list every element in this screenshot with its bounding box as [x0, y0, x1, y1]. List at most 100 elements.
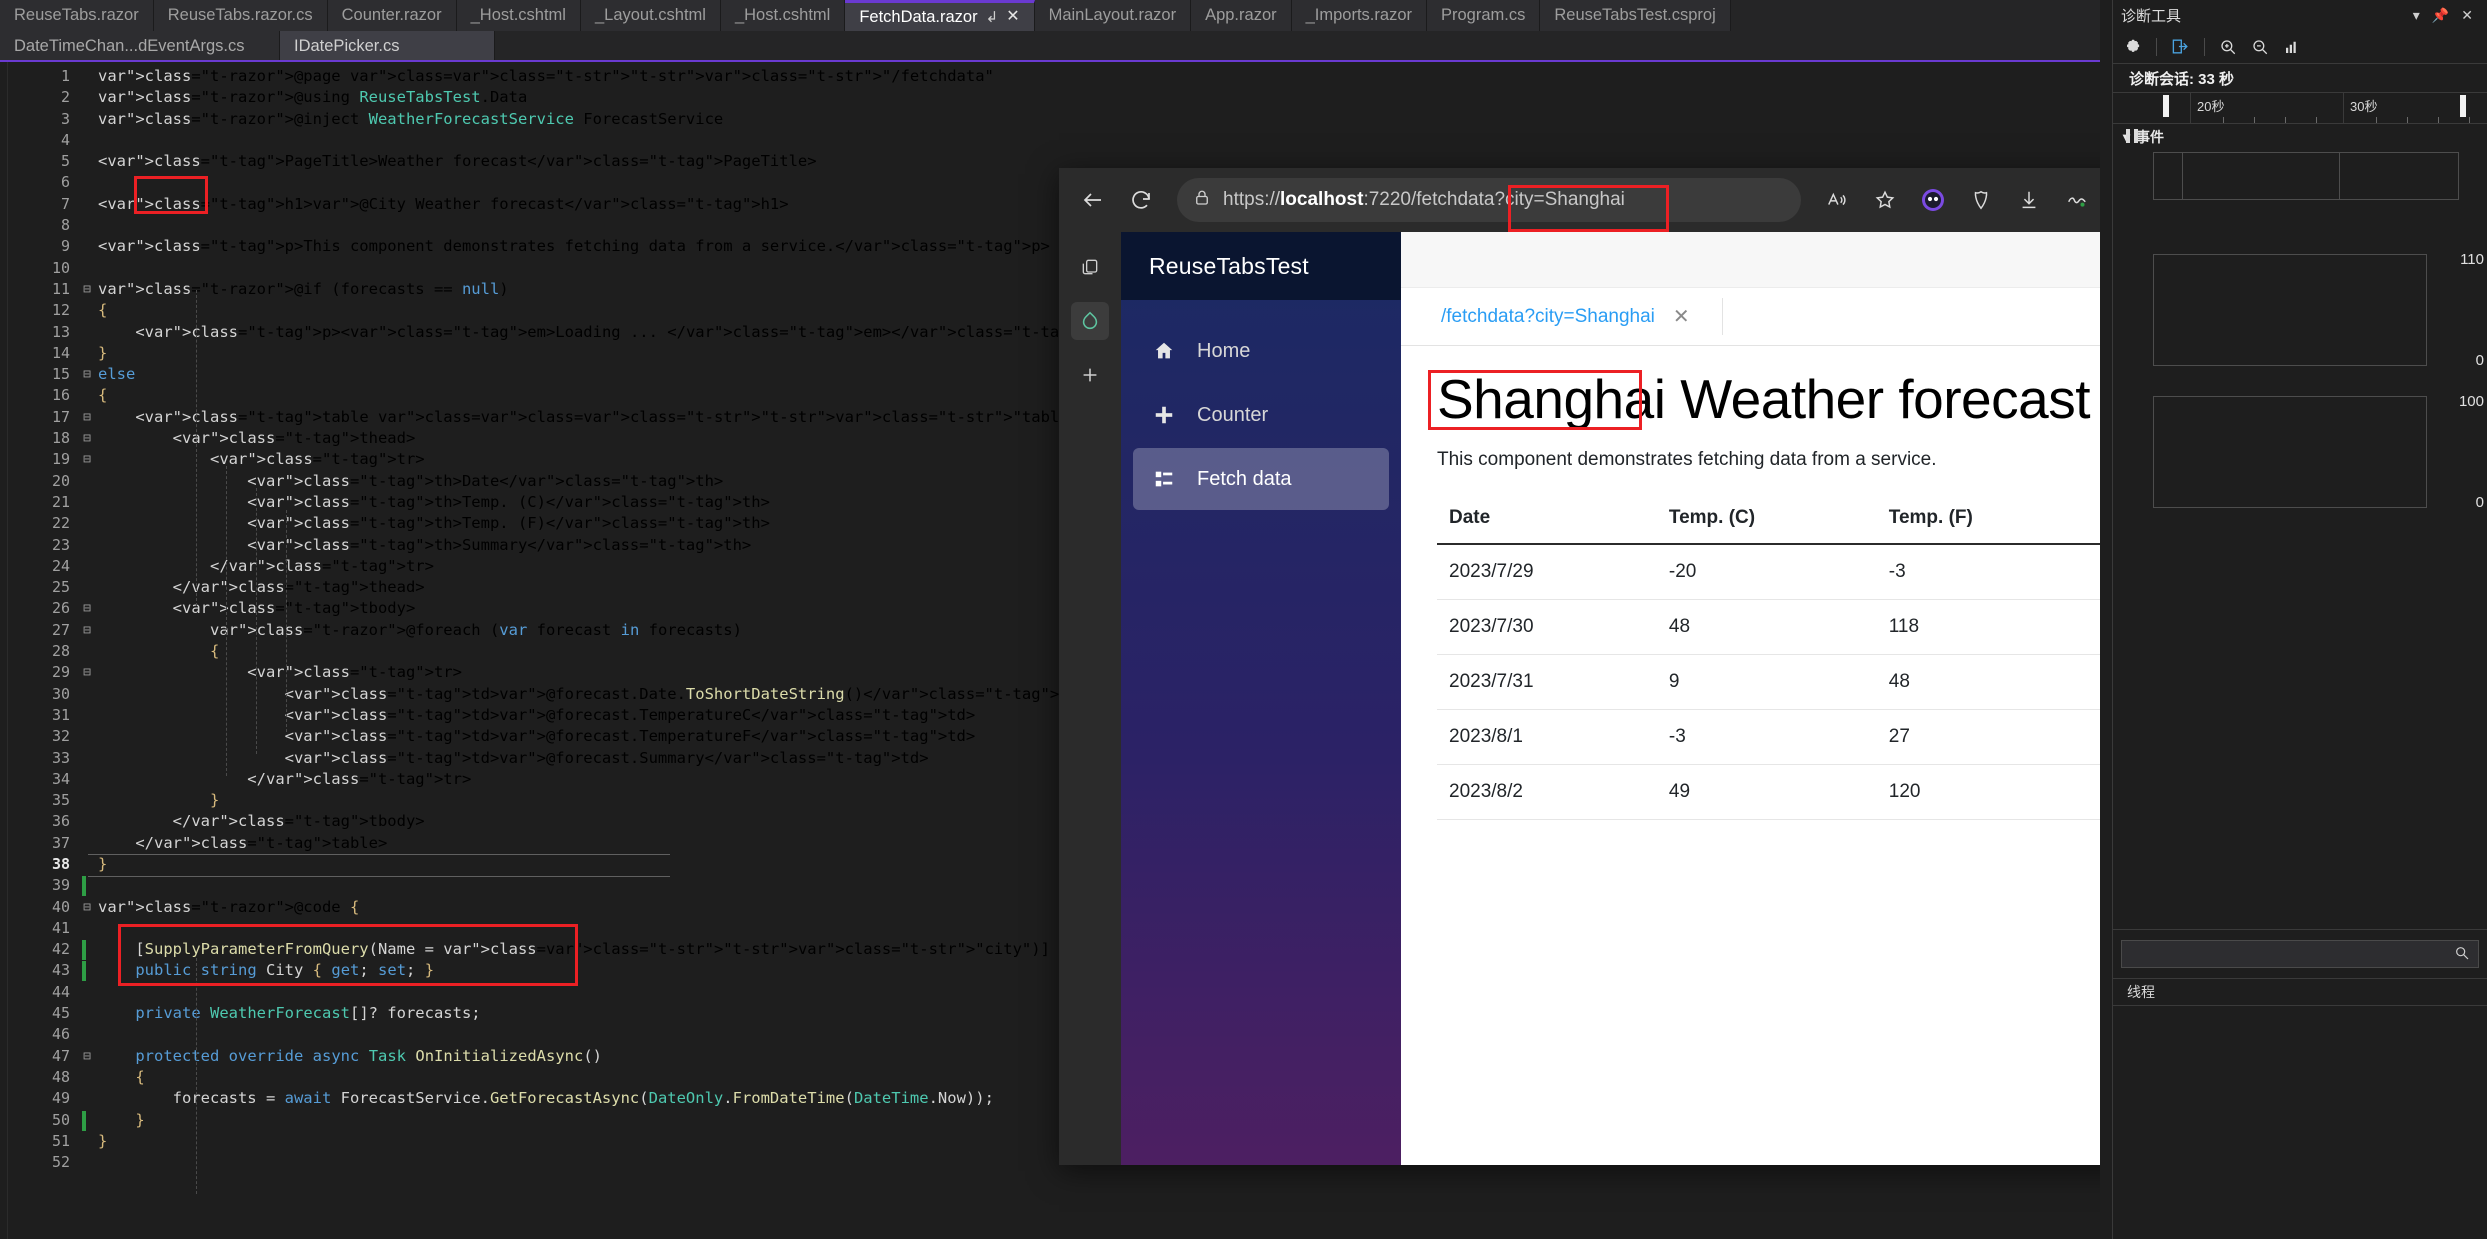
graph-cpu-max: 110 [2460, 251, 2484, 268]
code-line-text: <var">class [98, 535, 350, 554]
sidebar-item-label: Home [1197, 339, 1251, 362]
code-line-text: <var">class [98, 194, 201, 213]
star-icon[interactable] [1863, 178, 1907, 222]
vs-tab-reusetabs-razor-cs[interactable]: ReuseTabs.razor.cs [153, 0, 328, 31]
fold-toggle-icon[interactable]: ⊟ [76, 620, 98, 641]
split-screen-icon[interactable] [1959, 178, 2003, 222]
diagnostics-search-box[interactable] [2121, 940, 2479, 968]
timeline-marker-start[interactable] [2163, 95, 2169, 117]
panel-splitter[interactable] [2100, 0, 2112, 1239]
pause-icon[interactable] [2125, 128, 2139, 149]
add-icon[interactable] [1071, 356, 1109, 394]
reload-icon[interactable] [1119, 178, 1163, 222]
vs-tab-row-secondary: DateTimeChan...dEventArgs.cs IDatePicker.… [0, 31, 2100, 62]
code-line-text: <var">class [98, 237, 201, 256]
code-line-4[interactable]: 4 [8, 130, 2100, 151]
fold-toggle-icon[interactable]: ⊟ [76, 897, 98, 918]
vs-tab-app-razor[interactable]: App.razor [1191, 0, 1292, 31]
close-icon[interactable]: ✕ [1006, 9, 1019, 25]
vs-tab-counter-razor[interactable]: Counter.razor [327, 0, 457, 31]
back-arrow-icon[interactable] [1071, 178, 1115, 222]
fold-toggle-icon[interactable]: ⊟ [76, 428, 98, 449]
zoom-in-icon[interactable] [2219, 38, 2237, 56]
timeline-marker-end[interactable] [2460, 95, 2466, 117]
line-number: 24 [51, 556, 70, 575]
sidebar-item-counter[interactable]: Counter [1133, 384, 1389, 446]
code-line-text: <var">class [98, 450, 313, 469]
code-line-text: var">class [209, 620, 304, 639]
settings-icon[interactable] [2125, 38, 2142, 55]
fold-toggle-icon[interactable]: ⊟ [76, 279, 98, 300]
reuse-tab-fetchdata[interactable]: /fetchdata?city=Shanghai ✕ [1425, 288, 1706, 345]
read-aloud-icon[interactable] [1815, 178, 1859, 222]
vs-tab--host-cshtml[interactable]: _Host.cshtml [456, 0, 581, 31]
line-number: 50 [51, 1110, 70, 1129]
line-number: 11 [51, 279, 70, 298]
line-number: 35 [51, 791, 70, 810]
table-cell: 2023/8/2 [1437, 764, 1657, 821]
code-line-text: private WeatherForecast[]? forecasts; [135, 1004, 481, 1023]
fold-toggle-icon[interactable]: ⊟ [76, 1046, 98, 1067]
vs-tab--imports-razor[interactable]: _Imports.razor [1291, 0, 1427, 31]
graph-cpu-min: 0 [2475, 352, 2484, 369]
line-number: 25 [51, 578, 70, 597]
table-cell: -3 [1876, 544, 2097, 601]
zoom-out-icon[interactable] [2251, 38, 2269, 56]
collections-icon[interactable] [2055, 178, 2099, 222]
fold-toggle-icon[interactable]: ⊟ [76, 662, 98, 683]
vs-tab-datetimechan-deventargs-cs[interactable]: DateTimeChan...dEventArgs.cs [0, 31, 280, 62]
line-number: 16 [51, 386, 70, 405]
edge-drop-icon[interactable] [1071, 302, 1109, 340]
chart-icon[interactable] [2283, 38, 2301, 56]
chevron-down-icon[interactable]: ▾ [2407, 7, 2426, 24]
line-number: 39 [51, 876, 70, 895]
vs-tab--host-cshtml[interactable]: _Host.cshtml [720, 0, 846, 31]
vs-tab-fetchdata-razor[interactable]: FetchData.razor ↲ ✕ [845, 0, 1035, 31]
code-line-text: <var">class [98, 705, 388, 724]
vs-tab-reusetabstest-csproj[interactable]: ReuseTabsTest.csproj [1540, 0, 1731, 31]
shopping-icon[interactable] [1911, 178, 1955, 222]
fold-toggle-icon[interactable]: ⊟ [76, 407, 98, 428]
code-line-text: var">class [98, 109, 192, 128]
vs-tab-idatepicker-cs[interactable]: IDatePicker.cs [280, 31, 495, 62]
line-number: 15 [51, 365, 70, 384]
code-line-2[interactable]: 2 var">class ="t-razor">@using ReuseTabsTe… [8, 87, 2100, 108]
app-brand[interactable]: ReuseTabsTest [1121, 232, 1401, 300]
code-line-text: <var">class [98, 471, 350, 490]
line-number: 21 [51, 492, 70, 511]
close-icon[interactable]: ✕ [2455, 7, 2479, 24]
sidebar-item-home[interactable]: Home [1133, 320, 1389, 382]
url-scheme: https:// [1223, 189, 1281, 210]
line-number: 46 [51, 1025, 70, 1044]
app-nav-menu: ReuseTabsTest Home Counter Fetch data [1121, 232, 1401, 1165]
vs-tab-program-cs[interactable]: Program.cs [1427, 0, 1541, 31]
code-line-text: <var">class [98, 152, 201, 171]
code-line-1[interactable]: 1 var">class ="t-razor">@page var ">class= v… [8, 66, 2100, 87]
export-icon[interactable] [2171, 37, 2190, 56]
diagnostics-threads-column-header[interactable]: 线程 [2113, 978, 2487, 1006]
vs-tab-label: _Imports.razor [1305, 6, 1412, 24]
diagnostics-events-section[interactable]: ▾ 事件 [2113, 124, 2487, 150]
code-line-text: </var">class [98, 812, 285, 831]
download-icon[interactable] [2007, 178, 2051, 222]
close-icon[interactable]: ✕ [1673, 304, 1690, 329]
vs-tab-reusetabs-razor[interactable]: ReuseTabs.razor [0, 0, 154, 31]
vs-tab-mainlayout-razor[interactable]: MainLayout.razor [1034, 0, 1192, 31]
address-bar[interactable]: https://localhost:7220/fetchdata?city=Sh… [1177, 178, 1801, 222]
pin-icon[interactable]: 📌 [2426, 7, 2455, 24]
events-label: 事件 [2136, 129, 2165, 145]
code-line-3[interactable]: 3 var">class ="t-razor">@inject WeatherFor… [8, 109, 2100, 130]
copy-icon[interactable] [1071, 248, 1109, 286]
sidebar-item-fetch-data[interactable]: Fetch data [1133, 448, 1389, 510]
fold-toggle-icon[interactable]: ⊟ [76, 598, 98, 619]
search-icon[interactable] [2454, 945, 2470, 964]
pin-icon[interactable]: ↲ [986, 10, 999, 25]
vs-tab-label: Program.cs [1441, 6, 1526, 24]
code-line-text: } [98, 854, 108, 873]
fold-toggle-icon[interactable]: ⊟ [76, 364, 98, 385]
fold-toggle-icon[interactable]: ⊟ [76, 449, 98, 470]
line-number: 40 [51, 897, 70, 916]
url-query: ?city=Shanghai [1494, 189, 1625, 210]
vs-tab--layout-cshtml[interactable]: _Layout.cshtml [580, 0, 721, 31]
code-line-text: var">class [98, 279, 192, 298]
